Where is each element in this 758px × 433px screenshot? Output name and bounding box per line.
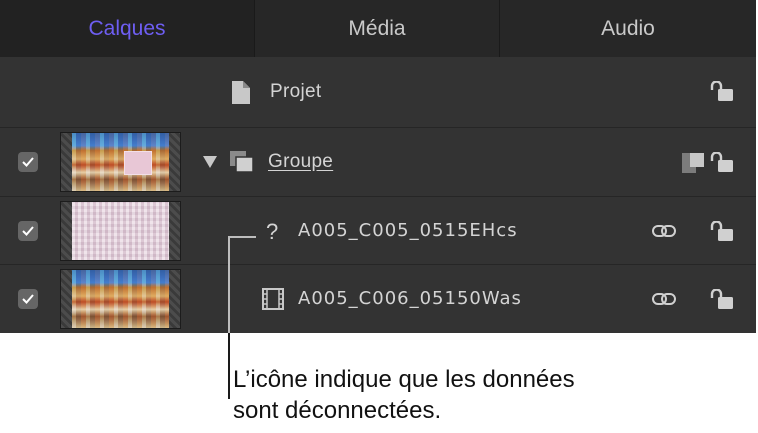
tab-media-label: Média	[348, 16, 406, 40]
clip1-label: A005_C005_0515EHcs	[298, 220, 518, 241]
question-mark-icon: ?	[266, 219, 279, 244]
clip2-visibility-checkbox[interactable]	[18, 289, 38, 309]
link-icon[interactable]	[652, 225, 676, 237]
film-strip-icon	[262, 288, 284, 310]
checkmark-icon	[22, 226, 34, 236]
layer-row-project[interactable]: Projet	[0, 57, 756, 127]
project-label: Projet	[270, 81, 322, 102]
layers-panel: Calques Média Audio Projet Groupe ? A005…	[0, 0, 756, 333]
callout-line	[228, 236, 256, 238]
document-icon	[232, 81, 250, 104]
callout-line	[228, 236, 230, 333]
triangle-down-icon[interactable]	[203, 156, 217, 168]
callout-line-2: sont déconnectées.	[233, 397, 442, 424]
group-thumbnail	[60, 132, 181, 192]
group-label: Groupe	[268, 151, 334, 172]
tab-audio[interactable]: Audio	[499, 0, 756, 57]
link-icon[interactable]	[652, 293, 676, 305]
checkmark-icon	[22, 294, 34, 304]
callout-text: L’icône indique que les données sont déc…	[233, 364, 733, 426]
unlock-icon[interactable]	[710, 289, 734, 309]
tab-calques-label: Calques	[88, 16, 166, 40]
tab-media[interactable]: Média	[254, 0, 499, 57]
unlock-icon[interactable]	[710, 152, 734, 172]
tab-bar: Calques Média Audio	[0, 0, 756, 57]
tab-calques[interactable]: Calques	[0, 0, 254, 57]
clip2-thumbnail	[60, 269, 181, 329]
layer-row-clip-disconnected[interactable]: ? A005_C005_0515EHcs	[0, 196, 756, 265]
unlock-icon[interactable]	[710, 81, 734, 101]
clip2-label: A005_C006_05150Was	[298, 288, 522, 309]
clip1-thumbnail	[60, 201, 181, 261]
group-icon	[230, 151, 254, 173]
clip1-visibility-checkbox[interactable]	[18, 221, 38, 241]
callout-line-1: L’icône indique que les données	[233, 366, 575, 393]
unlock-icon[interactable]	[710, 221, 734, 241]
checkmark-icon	[22, 157, 34, 167]
callout-leader-line	[228, 333, 230, 399]
tab-audio-label: Audio	[601, 16, 655, 40]
layer-row-group[interactable]: Groupe	[0, 127, 756, 196]
layer-row-clip[interactable]: A005_C006_05150Was	[0, 264, 756, 333]
isolate-icon[interactable]	[682, 153, 706, 173]
group-visibility-checkbox[interactable]	[18, 152, 38, 172]
